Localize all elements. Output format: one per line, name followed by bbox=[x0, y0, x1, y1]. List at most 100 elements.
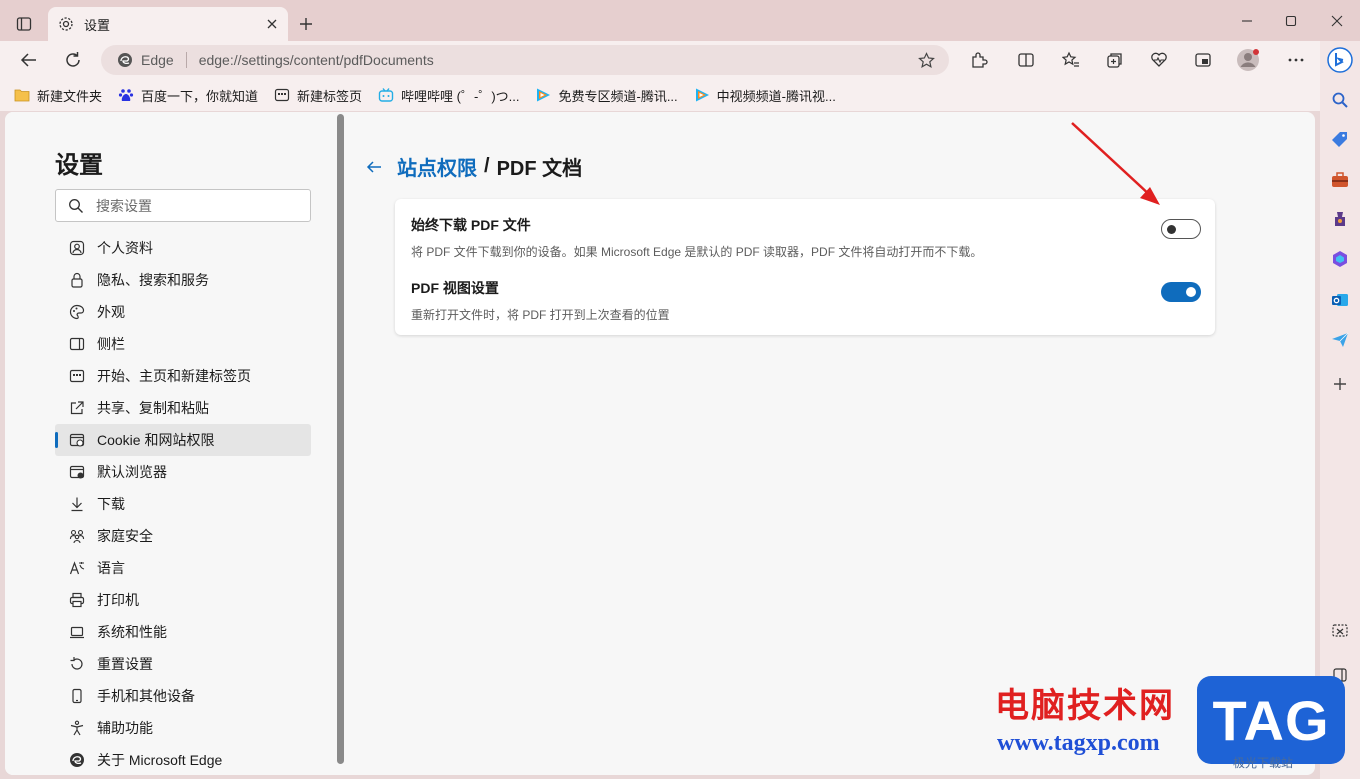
new-tab-button[interactable] bbox=[294, 12, 318, 36]
address-bar[interactable]: Edge edge://settings/content/pdfDocument… bbox=[101, 45, 949, 75]
shopping-tag-icon[interactable] bbox=[1326, 126, 1354, 154]
bookmark-label: 百度一下，你就知道 bbox=[141, 88, 259, 104]
sidebar-item-label: 家庭安全 bbox=[97, 528, 153, 544]
sidebar-item-label: 个人资料 bbox=[97, 240, 153, 256]
tencent-video-icon bbox=[535, 87, 551, 103]
gear-icon bbox=[58, 16, 74, 32]
sidebar-item-reset[interactable]: 重置设置 bbox=[55, 648, 311, 680]
sidebar-item-system[interactable]: 系统和性能 bbox=[55, 616, 311, 648]
breadcrumb-parent-link[interactable]: 站点权限 bbox=[397, 152, 477, 181]
sidebar-item-family[interactable]: 家庭安全 bbox=[55, 520, 311, 552]
folder-icon bbox=[14, 87, 30, 103]
tools-icon[interactable] bbox=[1326, 166, 1354, 194]
bookmark-label: 免费专区频道-腾讯... bbox=[558, 88, 678, 104]
setting-title: PDF 视图设置 bbox=[411, 280, 499, 296]
sidebar-item-appearance[interactable]: 外观 bbox=[55, 296, 311, 328]
split-screen-icon[interactable] bbox=[1013, 48, 1039, 72]
sidebar-item-privacy[interactable]: 隐私、搜索和服务 bbox=[55, 264, 311, 296]
sidebar-item-language[interactable]: 语言 bbox=[55, 552, 311, 584]
laptop-icon bbox=[68, 623, 86, 641]
newtab-icon bbox=[274, 87, 290, 103]
always-download-pdf-setting: 始终下载 PDF 文件 将 PDF 文件下载到你的设备。如果 Microsoft… bbox=[411, 215, 1201, 260]
tab-title: 设置 bbox=[84, 17, 111, 33]
favorite-star-icon[interactable] bbox=[918, 52, 935, 69]
minimize-button[interactable] bbox=[1232, 8, 1262, 34]
back-button[interactable] bbox=[15, 47, 43, 73]
sidebar-item-share[interactable]: 共享、复制和粘贴 bbox=[55, 392, 311, 424]
bookmark-tencent-mid[interactable]: 中视频频道-腾讯视... bbox=[694, 86, 836, 105]
printer-icon bbox=[68, 591, 86, 609]
download-icon bbox=[68, 495, 86, 513]
sidebar-item-label: 语言 bbox=[97, 560, 125, 576]
games-icon[interactable] bbox=[1326, 205, 1354, 233]
cookie-icon bbox=[68, 431, 86, 449]
edge-sidebar bbox=[1320, 41, 1360, 779]
site-chip: Edge bbox=[141, 52, 174, 68]
sidebar-item-cookies[interactable]: Cookie 和网站权限 bbox=[55, 424, 311, 456]
close-window-button[interactable] bbox=[1322, 8, 1352, 34]
bookmark-baidu[interactable]: 百度一下，你就知道 bbox=[118, 86, 258, 105]
bookmark-folder[interactable]: 新建文件夹 bbox=[14, 86, 102, 105]
search-box[interactable] bbox=[55, 189, 311, 222]
send-icon[interactable] bbox=[1326, 326, 1354, 354]
url-text[interactable]: edge://settings/content/pdfDocuments bbox=[199, 52, 434, 68]
bookmark-bilibili[interactable]: 哔哩哔哩 (゜-゜)つ... bbox=[378, 86, 519, 105]
home-icon bbox=[68, 367, 86, 385]
baidu-icon bbox=[118, 87, 134, 103]
profile-avatar[interactable] bbox=[1235, 48, 1261, 72]
bookmark-tencent-free[interactable]: 免费专区频道-腾讯... bbox=[535, 86, 678, 105]
search-icon[interactable] bbox=[1326, 86, 1354, 114]
phone-icon bbox=[68, 687, 86, 705]
more-menu-icon[interactable] bbox=[1283, 48, 1309, 72]
microsoft365-icon[interactable] bbox=[1326, 245, 1354, 273]
maximize-button[interactable] bbox=[1276, 8, 1306, 34]
sidebar-item-label: 开始、主页和新建标签页 bbox=[97, 368, 251, 384]
sidebar-item-label: 默认浏览器 bbox=[97, 464, 167, 480]
sidebar-item-printers[interactable]: 打印机 bbox=[55, 584, 311, 616]
sidebar-item-label: 辅助功能 bbox=[97, 720, 153, 736]
screenshot-icon[interactable] bbox=[1190, 48, 1216, 72]
collections-icon[interactable] bbox=[1102, 48, 1128, 72]
sidebar-item-label: 系统和性能 bbox=[97, 624, 167, 640]
extensions-icon[interactable] bbox=[966, 48, 992, 72]
sidebar-item-accessibility[interactable]: 辅助功能 bbox=[55, 712, 311, 744]
pdf-view-setting: PDF 视图设置 重新打开文件时，将 PDF 打开到上次查看的位置 bbox=[411, 278, 1201, 323]
health-icon[interactable] bbox=[1146, 48, 1172, 72]
sidebar-item-sidebar[interactable]: 侧栏 bbox=[55, 328, 311, 360]
annotation-arrow bbox=[1071, 122, 1160, 205]
sidebar-item-label: 关于 Microsoft Edge bbox=[97, 752, 223, 768]
sidebar-item-phone[interactable]: 手机和其他设备 bbox=[55, 680, 311, 712]
tab-actions-icon[interactable] bbox=[12, 12, 36, 36]
sidebar-item-downloads[interactable]: 下载 bbox=[55, 488, 311, 520]
watermark-tag-badge: TAG bbox=[1197, 676, 1345, 764]
sidebar-item-default-browser[interactable]: 默认浏览器 bbox=[55, 456, 311, 488]
sidebar-item-start-home[interactable]: 开始、主页和新建标签页 bbox=[55, 360, 311, 392]
back-arrow-icon[interactable] bbox=[363, 156, 385, 178]
settings-title: 设置 bbox=[55, 152, 103, 179]
add-icon[interactable] bbox=[1326, 370, 1354, 398]
settings-sidebar: 设置 个人资料 隐私、搜索和服务 外观 侧栏 开始、主页和新建标签页 bbox=[5, 112, 335, 775]
favorites-icon[interactable] bbox=[1058, 48, 1084, 72]
sidebar-item-label: 打印机 bbox=[97, 592, 139, 608]
pdf-settings-card: 始终下载 PDF 文件 将 PDF 文件下载到你的设备。如果 Microsoft… bbox=[395, 199, 1215, 335]
sidebar-item-about[interactable]: 关于 Microsoft Edge bbox=[55, 744, 311, 775]
bookmarks-bar: 新建文件夹 百度一下，你就知道 新建标签页 哔哩哔哩 (゜-゜)つ... 免费专… bbox=[0, 79, 1320, 111]
refresh-button[interactable] bbox=[59, 47, 87, 73]
always-download-toggle[interactable] bbox=[1161, 219, 1201, 239]
watermark-url: www.tagxp.com bbox=[997, 730, 1160, 756]
bookmark-newtab[interactable]: 新建标签页 bbox=[274, 86, 362, 105]
setting-description: 重新打开文件时，将 PDF 打开到上次查看的位置 bbox=[411, 308, 670, 322]
tab-settings[interactable]: 设置 bbox=[48, 7, 288, 41]
sidebar-item-label: 手机和其他设备 bbox=[97, 688, 195, 704]
search-input[interactable] bbox=[96, 197, 296, 214]
capture-icon[interactable] bbox=[1326, 617, 1354, 645]
sidebar-scrollbar[interactable] bbox=[337, 114, 344, 764]
sidebar-item-label: 隐私、搜索和服务 bbox=[97, 272, 209, 288]
watermark-site-name: 电脑技术网 bbox=[995, 686, 1175, 726]
close-tab-icon[interactable] bbox=[266, 18, 278, 30]
watermark-small-text: 极光下载站 bbox=[1233, 756, 1294, 770]
bing-icon[interactable] bbox=[1326, 46, 1354, 74]
sidebar-item-profile[interactable]: 个人资料 bbox=[55, 232, 311, 264]
pdf-view-toggle[interactable] bbox=[1161, 282, 1201, 302]
outlook-icon[interactable] bbox=[1326, 286, 1354, 314]
